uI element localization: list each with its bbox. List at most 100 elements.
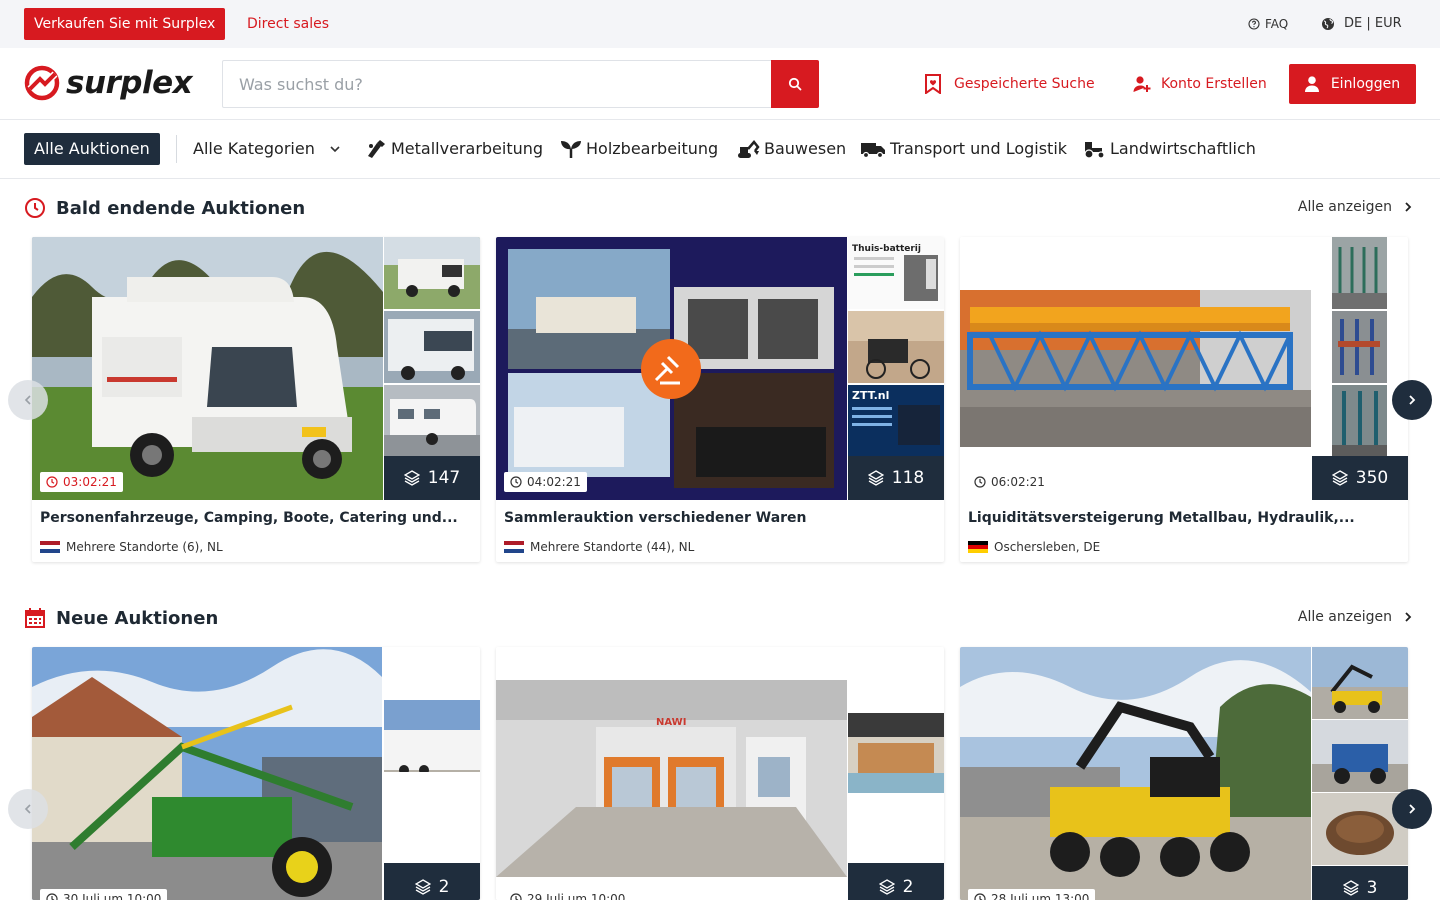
category-label: Bauwesen	[764, 139, 847, 158]
auction-card[interactable]: NAWI 2 29 Juli um 10:00	[496, 647, 944, 900]
start-date: 29 Juli um 10:00	[504, 889, 632, 900]
layers-icon	[414, 878, 431, 895]
category-label: Holzbearbeitung	[586, 139, 719, 158]
ending-soon-next-button[interactable]	[1392, 380, 1432, 420]
card-media: 350 06:02:21	[960, 237, 1408, 500]
lot-count-badge: 3	[1312, 866, 1408, 900]
auction-location: Mehrere Standorte (44), NL	[504, 539, 694, 555]
category-bauwesen[interactable]: Bauwesen	[736, 133, 846, 165]
new-auctions-header: Neue Auktionen	[24, 607, 218, 629]
help-circle-icon	[1248, 18, 1260, 30]
logo-text: surplex	[66, 65, 193, 101]
login-button[interactable]: Einloggen	[1289, 64, 1416, 104]
lot-count: 2	[902, 876, 914, 897]
category-metallverarbeitung[interactable]: Metallverarbeitung	[365, 133, 543, 165]
auction-thumbnail	[848, 311, 944, 383]
new-auctions-see-all-link[interactable]: Alle anzeigen	[1298, 609, 1412, 625]
auction-main-image	[960, 237, 1311, 500]
lot-count: 350	[1355, 468, 1389, 488]
category-transport-logistik[interactable]: Transport und Logistik	[860, 133, 1067, 165]
auction-thumbnail: ZTT.nl	[848, 385, 944, 457]
truck-icon	[861, 143, 885, 159]
clock-icon	[46, 476, 58, 488]
auction-location: Oschersleben, DE	[968, 539, 1100, 555]
svg-text:Thuis-batterij: Thuis-batterij	[852, 244, 921, 254]
svg-text:ZTT.nl: ZTT.nl	[852, 389, 889, 402]
category-holzbearbeitung[interactable]: Holzbearbeitung	[560, 133, 718, 165]
auction-card[interactable]: 147 03:02:21 Personenfahrzeuge, Camping,…	[32, 237, 480, 562]
search-button[interactable]	[771, 60, 819, 108]
start-date: 28 Juli um 13:00	[968, 889, 1096, 900]
see-all-label: Alle anzeigen	[1297, 609, 1392, 625]
search-input[interactable]	[223, 61, 771, 107]
language-currency-selector[interactable]: DE | EUR	[1321, 8, 1402, 40]
top-bar: Verkaufen Sie mit Surplex Direct sales F…	[0, 0, 1440, 48]
start-date-text: 30 Juli um 10:00	[63, 892, 162, 900]
location-text: Mehrere Standorte (6), NL	[66, 540, 223, 554]
netherlands-flag-icon	[40, 540, 60, 554]
metalworking-icon	[368, 140, 385, 158]
location-text: Oschersleben, DE	[994, 540, 1101, 554]
all-auctions-button[interactable]: Alle Auktionen	[24, 133, 160, 165]
layers-icon	[403, 470, 420, 486]
surplex-logo[interactable]: surplex	[24, 65, 193, 101]
auction-thumbnail	[1312, 647, 1408, 719]
section-title: Neue Auktionen	[56, 607, 219, 629]
location-text: Mehrere Standorte (44), NL	[530, 540, 695, 554]
auction-thumbnail	[1332, 237, 1387, 309]
clock-icon	[46, 893, 58, 900]
auction-thumbnail	[1312, 720, 1408, 792]
auction-card[interactable]: 2 30 Juli um 10:00	[32, 647, 480, 900]
auction-title[interactable]: Liquiditätsversteigerung Metallbau, Hydr…	[968, 508, 1400, 528]
new-auctions-next-button[interactable]	[1392, 789, 1432, 829]
saved-search-link[interactable]: Gespeicherte Suche	[924, 72, 1095, 96]
faq-link[interactable]: FAQ	[1248, 8, 1288, 40]
auction-title[interactable]: Personenfahrzeuge, Camping, Boote, Cater…	[40, 508, 472, 528]
category-landwirtschaftlich[interactable]: Landwirtschaftlich	[1082, 133, 1256, 165]
new-auctions-prev-button[interactable]	[8, 789, 48, 829]
direct-sales-link[interactable]: Direct sales	[247, 8, 329, 40]
layers-icon	[1331, 470, 1348, 486]
auction-card[interactable]: 3 28 Juli um 13:00	[960, 647, 1408, 900]
countdown-timer: 04:02:21	[504, 472, 587, 492]
lot-count-badge: 2	[848, 863, 944, 900]
start-date-text: 29 Juli um 10:00	[527, 892, 626, 900]
timer-text: 04:02:21	[527, 475, 581, 489]
clock-icon	[25, 198, 45, 218]
start-date: 30 Juli um 10:00	[40, 889, 168, 900]
auction-thumbnail	[1332, 311, 1387, 383]
ending-soon-see-all-link[interactable]: Alle anzeigen	[1298, 199, 1412, 215]
auction-title[interactable]: Sammlerauktion verschiedener Waren	[504, 508, 936, 528]
tractor-icon	[1084, 142, 1105, 159]
chevron-right-icon	[1405, 612, 1412, 622]
auction-main-image	[32, 237, 383, 500]
layers-icon	[867, 470, 884, 486]
lot-count-badge: 147	[384, 456, 480, 500]
user-icon	[1304, 76, 1319, 92]
countdown-timer: 06:02:21	[968, 472, 1051, 492]
auction-thumbnail	[384, 700, 480, 772]
auction-card[interactable]: Thuis-batterij ZTT.nl 118 04:02:21 Samml…	[496, 237, 944, 562]
auction-card[interactable]: 350 06:02:21 Liquiditätsversteigerung Me…	[960, 237, 1408, 562]
language-currency-label: DE | EUR	[1344, 16, 1402, 31]
create-account-link[interactable]: Konto Erstellen	[1133, 72, 1267, 96]
all-categories-dropdown[interactable]: Alle Kategorien	[193, 133, 341, 165]
layers-icon	[1342, 880, 1359, 896]
ending-soon-prev-button[interactable]	[8, 380, 48, 420]
chevron-left-icon	[24, 395, 31, 405]
chevron-right-icon	[1409, 804, 1416, 814]
auction-main-image: NAWI	[496, 647, 847, 900]
timer-text: 06:02:21	[991, 475, 1045, 489]
svg-text:NAWI: NAWI	[656, 717, 686, 728]
sell-with-surplex-button[interactable]: Verkaufen Sie mit Surplex	[24, 8, 226, 40]
category-label: Transport und Logistik	[890, 139, 1068, 158]
start-date-text: 28 Juli um 13:00	[991, 892, 1090, 900]
clock-icon	[510, 476, 522, 488]
chevron-left-icon	[24, 804, 31, 814]
netherlands-flag-icon	[504, 540, 524, 554]
auction-thumbnail	[384, 237, 480, 309]
auction-main-image	[496, 237, 847, 500]
see-all-label: Alle anzeigen	[1297, 199, 1392, 215]
faq-label: FAQ	[1265, 17, 1289, 31]
card-media: 3 28 Juli um 13:00	[960, 647, 1408, 900]
